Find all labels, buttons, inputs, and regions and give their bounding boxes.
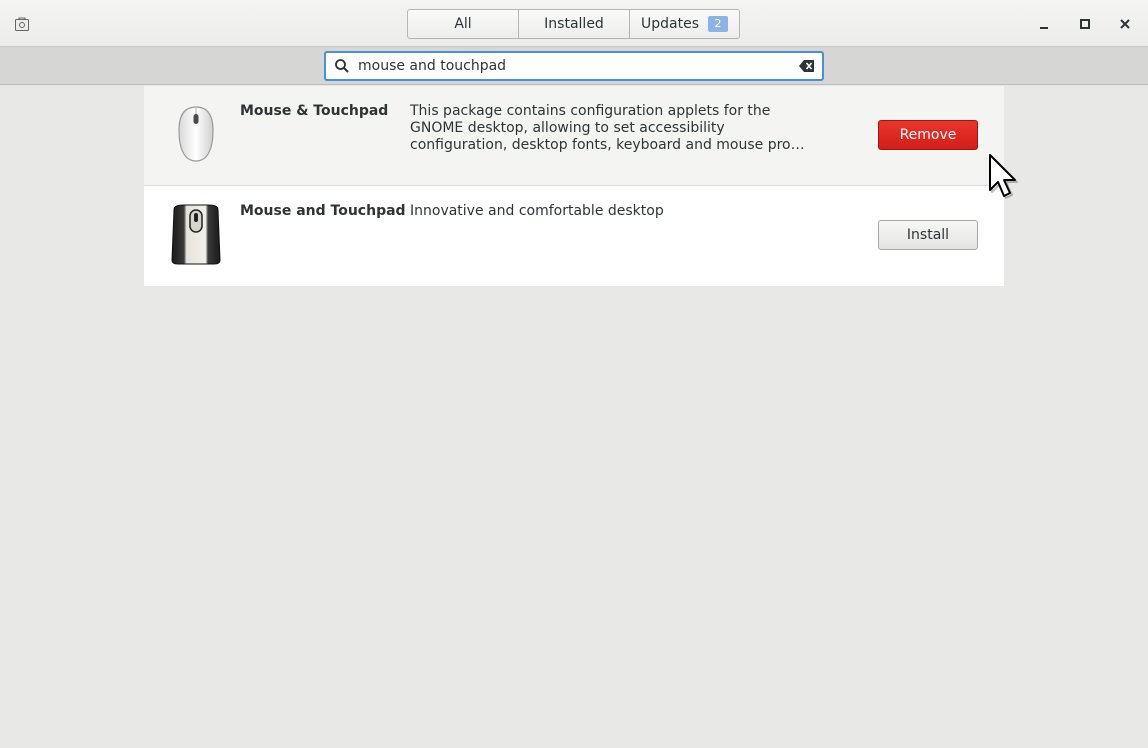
app-description: Innovative and comfortable desktop [410, 203, 810, 220]
maximize-icon [1080, 19, 1090, 29]
description-line: Innovative and comfortable desktop [410, 203, 664, 219]
tab-all-label: All [454, 16, 472, 32]
description-line: This package contains configuration appl… [410, 103, 771, 119]
list-item[interactable]: Mouse and Touchpad Innovative and comfor… [144, 186, 1004, 286]
view-switcher: All Installed Updates 2 [407, 9, 740, 39]
title-bar: All Installed Updates 2 [0, 0, 1148, 47]
clear-search-icon[interactable] [798, 58, 816, 74]
search-results-list: Mouse & Touchpad This package contains c… [144, 86, 1004, 286]
close-icon [1120, 19, 1130, 29]
minimize-button[interactable] [1035, 14, 1055, 34]
updates-count-badge: 2 [708, 16, 728, 32]
description-line: configuration, desktop fonts, keyboard a… [410, 137, 805, 153]
app-name: Mouse & Touchpad [240, 103, 389, 119]
maximize-button[interactable] [1075, 14, 1095, 34]
app-name: Mouse and Touchpad [240, 203, 406, 219]
mouse-black-icon [171, 204, 221, 265]
remove-button[interactable]: Remove [878, 120, 978, 150]
software-center-icon[interactable] [14, 16, 30, 32]
minimize-icon [1040, 27, 1048, 29]
tab-installed[interactable]: Installed [519, 10, 630, 38]
search-query-text: mouse and touchpad [358, 58, 507, 74]
mouse-white-icon [178, 106, 214, 162]
close-button[interactable] [1115, 14, 1135, 34]
tab-installed-label: Installed [544, 16, 604, 32]
install-button[interactable]: Install [878, 220, 978, 250]
list-item[interactable]: Mouse & Touchpad This package contains c… [144, 86, 1004, 186]
tab-updates[interactable]: Updates 2 [630, 10, 739, 38]
description-line: GNOME desktop, allowing to set accessibi… [410, 120, 725, 136]
search-input[interactable]: mouse and touchpad [324, 51, 824, 81]
mouse-pointer-icon [989, 154, 1018, 199]
app-description: This package contains configuration appl… [410, 103, 810, 154]
search-bar: mouse and touchpad [0, 47, 1148, 85]
search-icon [335, 59, 349, 73]
tab-updates-label: Updates [641, 16, 699, 32]
tab-all[interactable]: All [408, 10, 519, 38]
